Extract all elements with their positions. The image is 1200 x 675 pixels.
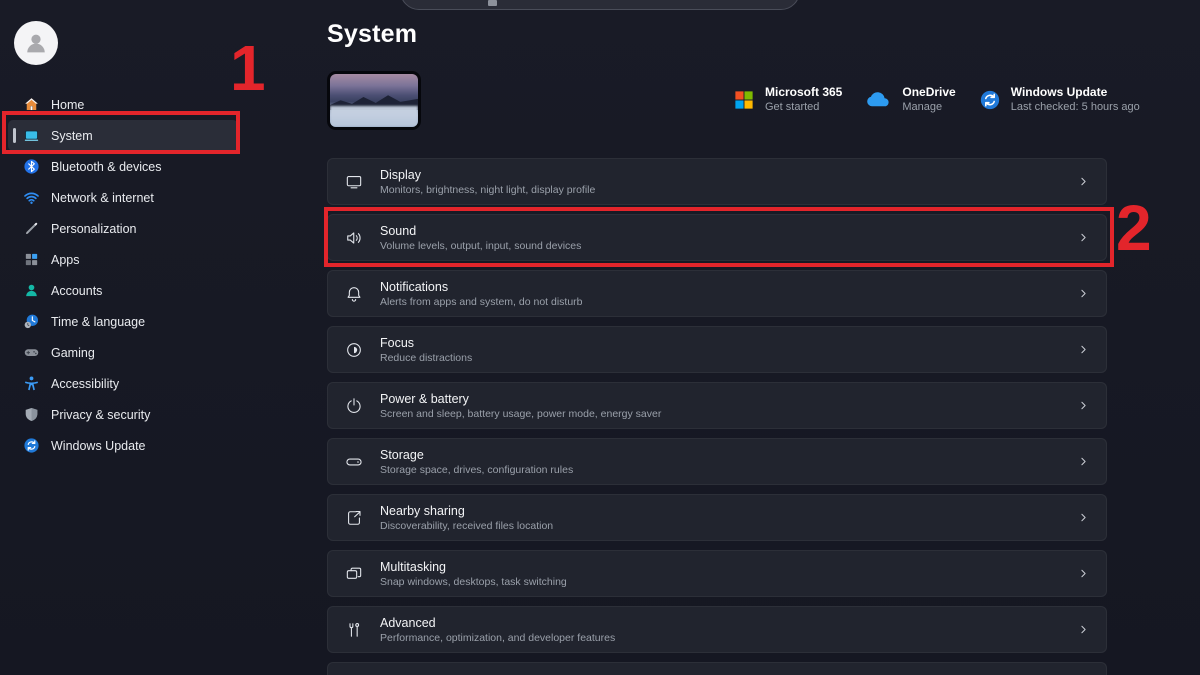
storage-icon (344, 452, 364, 472)
power-icon (344, 396, 364, 416)
sidebar-item-accessibility[interactable]: Accessibility (8, 368, 238, 399)
chevron-right-icon (1077, 231, 1090, 244)
chevron-right-icon (1077, 287, 1090, 300)
avatar-person-icon (21, 28, 51, 58)
settings-row-sound[interactable]: Sound Volume levels, output, input, soun… (327, 214, 1107, 261)
personalization-icon (23, 220, 40, 237)
settings-window: Home System Bluetooth & devices Network … (0, 0, 1200, 675)
nearby-sharing-icon (344, 508, 364, 528)
settings-row-partial[interactable] (327, 662, 1107, 675)
chevron-right-icon (1077, 399, 1090, 412)
system-icon (23, 127, 40, 144)
user-avatar[interactable] (14, 21, 58, 65)
sidebar-item-apps[interactable]: Apps (8, 244, 238, 275)
quick-card-onedrive[interactable]: OneDrive Manage (865, 84, 956, 115)
multitasking-icon (344, 564, 364, 584)
time-language-icon (23, 313, 40, 330)
search-input[interactable] (400, 0, 800, 10)
sidebar-item-privacy-security[interactable]: Privacy & security (8, 399, 238, 430)
settings-list: Display Monitors, brightness, night ligh… (327, 158, 1107, 653)
settings-row-display[interactable]: Display Monitors, brightness, night ligh… (327, 158, 1107, 205)
apps-icon (23, 251, 40, 268)
chevron-right-icon (1077, 567, 1090, 580)
accessibility-icon (23, 375, 40, 392)
device-thumbnail (327, 71, 421, 130)
sidebar-item-windows-update[interactable]: Windows Update (8, 430, 238, 461)
display-icon (344, 172, 364, 192)
quick-card-microsoft-365[interactable]: Microsoft 365 Get started (733, 84, 842, 115)
page-title: System (327, 20, 418, 48)
sidebar-item-home[interactable]: Home (8, 89, 238, 120)
chevron-right-icon (1077, 455, 1090, 468)
annotation-step-2: 2 (1116, 192, 1152, 264)
network-icon (23, 189, 40, 206)
accounts-icon (23, 282, 40, 299)
sidebar-item-gaming[interactable]: Gaming (8, 337, 238, 368)
chevron-right-icon (1077, 175, 1090, 188)
sidebar-item-network-internet[interactable]: Network & internet (8, 182, 238, 213)
windows-update-icon (23, 437, 40, 454)
wallpaper-clouds (330, 105, 418, 127)
sidebar-item-system[interactable]: System (8, 120, 238, 151)
sidebar-nav: Home System Bluetooth & devices Network … (8, 89, 238, 461)
settings-row-storage[interactable]: Storage Storage space, drives, configura… (327, 438, 1107, 485)
sidebar-item-accounts[interactable]: Accounts (8, 275, 238, 306)
search-pen-icon (488, 0, 497, 6)
home-icon (23, 96, 40, 113)
windows-update-icon (979, 89, 1001, 111)
sidebar-item-bluetooth-devices[interactable]: Bluetooth & devices (8, 151, 238, 182)
bluetooth-icon (23, 158, 40, 175)
chevron-right-icon (1077, 623, 1090, 636)
notifications-icon (344, 284, 364, 304)
settings-row-multitasking[interactable]: Multitasking Snap windows, desktops, tas… (327, 550, 1107, 597)
sound-icon (344, 228, 364, 248)
gaming-icon (23, 344, 40, 361)
privacy-security-icon (23, 406, 40, 423)
sidebar-item-time-language[interactable]: Time & language (8, 306, 238, 337)
settings-row-focus[interactable]: Focus Reduce distractions (327, 326, 1107, 373)
chevron-right-icon (1077, 343, 1090, 356)
onedrive-icon (865, 90, 892, 110)
microsoft-365-icon (733, 89, 755, 111)
settings-row-nearby-sharing[interactable]: Nearby sharing Discoverability, received… (327, 494, 1107, 541)
settings-row-advanced[interactable]: Advanced Performance, optimization, and … (327, 606, 1107, 653)
settings-row-power-battery[interactable]: Power & battery Screen and sleep, batter… (327, 382, 1107, 429)
sidebar-item-personalization[interactable]: Personalization (8, 213, 238, 244)
quick-cards: Microsoft 365 Get started OneDrive Manag… (733, 84, 1140, 115)
advanced-icon (344, 620, 364, 640)
quick-card-windows-update[interactable]: Windows Update Last checked: 5 hours ago (979, 84, 1140, 115)
focus-icon (344, 340, 364, 360)
device-wallpaper (330, 74, 418, 127)
chevron-right-icon (1077, 511, 1090, 524)
settings-row-notifications[interactable]: Notifications Alerts from apps and syste… (327, 270, 1107, 317)
